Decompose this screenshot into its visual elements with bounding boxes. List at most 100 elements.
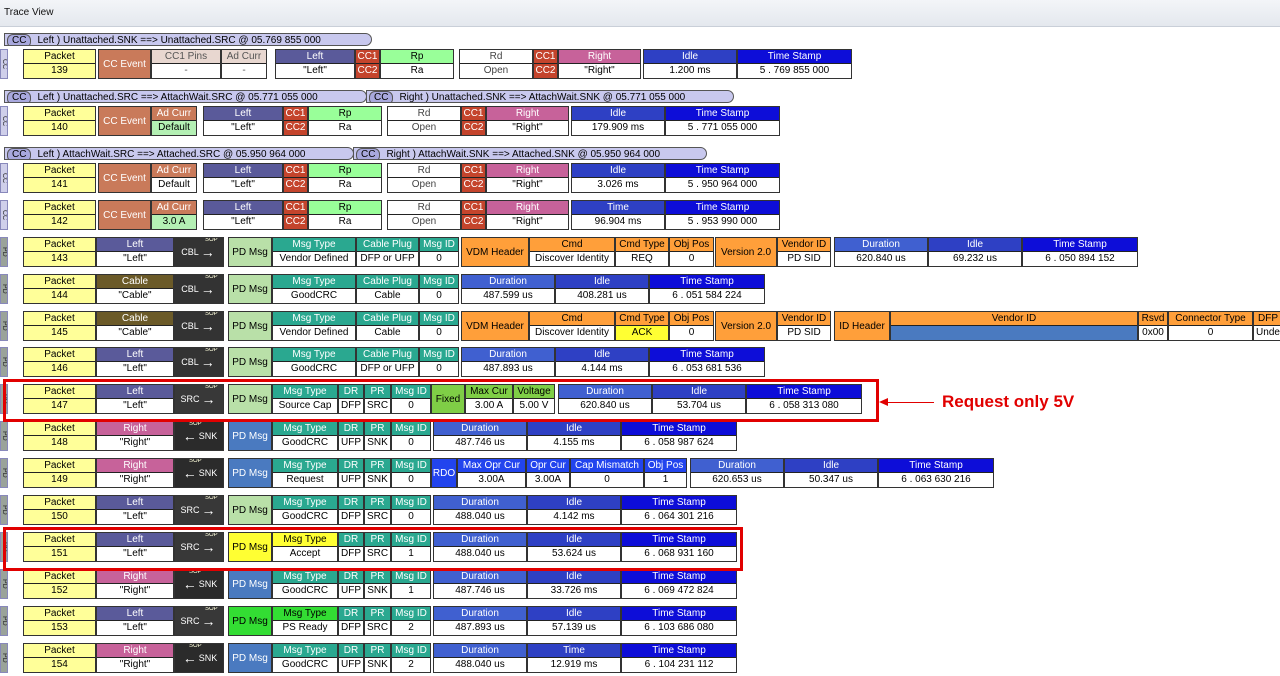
pd-msg-label[interactable]: PD Msg	[228, 311, 272, 341]
dr-cell[interactable]: DR UFP	[338, 421, 364, 451]
opr-cur-cell[interactable]: Opr Cur 3.00A	[526, 458, 570, 488]
time-stamp-cell[interactable]: Time Stamp 6 . 068 931 160	[621, 532, 737, 562]
cmd-cell[interactable]: Cmd Discover Identity	[529, 311, 615, 341]
rdo-label[interactable]: RDO	[431, 458, 457, 488]
trace-row-packet-149[interactable]: PD Packet 149 Right "Right" SOP ← SNK PD Msg Msg …	[0, 456, 1280, 488]
idle-time-cell[interactable]: Idle 4.142 ms	[527, 495, 621, 525]
cc-event-label[interactable]: CC Event	[98, 163, 151, 193]
idle-time-cell[interactable]: Idle 69.232 us	[928, 237, 1022, 267]
time-stamp-cell[interactable]: Time Stamp 6 . 058 313 080	[746, 384, 862, 414]
left-port-cell[interactable]: Left "Left"	[203, 163, 283, 193]
pd-msg-label[interactable]: PD Msg	[228, 458, 272, 488]
time-stamp-cell[interactable]: Time Stamp 5 . 769 855 000	[737, 49, 852, 79]
cc-pin-b-cell[interactable]: CC1 CC2	[533, 49, 558, 79]
duration-cell[interactable]: Duration 488.040 us	[433, 495, 527, 525]
left-port-cell[interactable]: Left "Left"	[203, 200, 283, 230]
fixed-label[interactable]: Fixed	[431, 384, 465, 414]
packet-cell[interactable]: Packet 151	[23, 532, 96, 562]
obj-pos-cell[interactable]: Obj Pos 0	[669, 311, 714, 341]
rdo-obj-pos-cell[interactable]: Obj Pos 1	[644, 458, 687, 488]
id-header-label[interactable]: ID Header	[834, 311, 890, 341]
trace-row-packet-153[interactable]: PD Packet 153 Left "Left" SOP SRC → PD Msg Msg Ty…	[0, 604, 1280, 636]
time-stamp-cell[interactable]: Time Stamp 6 . 069 472 824	[621, 569, 737, 599]
right-port-cell[interactable]: Right "Right"	[486, 163, 569, 193]
msg-id-cell[interactable]: Msg ID 1	[391, 569, 431, 599]
msg-id-cell[interactable]: Msg ID 0	[419, 274, 459, 304]
msg-id-cell[interactable]: Msg ID 0	[419, 311, 459, 341]
dr-cell[interactable]: DR UFP	[338, 643, 364, 673]
rsvd-cell[interactable]: Rsvd 0x00	[1138, 311, 1168, 341]
left-value-cell[interactable]: Rp Ra	[380, 49, 454, 79]
cc-event-label[interactable]: CC Event	[98, 49, 151, 79]
pr-cell[interactable]: PR SRC	[364, 495, 391, 525]
source-port-cell[interactable]: Right "Right"	[96, 569, 174, 599]
duration-cell[interactable]: Duration 487.746 us	[433, 421, 527, 451]
obj-pos-cell[interactable]: Obj Pos 0	[669, 237, 714, 267]
cmd-type-cell[interactable]: Cmd Type ACK	[615, 311, 669, 341]
cable-plug-cell[interactable]: Cable Plug Cable	[356, 311, 419, 341]
time-stamp-cell[interactable]: Time Stamp 5 . 950 964 000	[665, 163, 780, 193]
packet-cell[interactable]: Packet 146	[23, 347, 96, 377]
pd-msg-label[interactable]: PD Msg	[228, 237, 272, 267]
packet-cell[interactable]: Packet 148	[23, 421, 96, 451]
packet-cell[interactable]: Packet 149	[23, 458, 96, 488]
pr-cell[interactable]: PR SRC	[364, 384, 391, 414]
dr-cell[interactable]: DR UFP	[338, 458, 364, 488]
msg-id-cell[interactable]: Msg ID 2	[391, 643, 431, 673]
right-port-cell[interactable]: Right "Right"	[558, 49, 641, 79]
vdm-header-label[interactable]: VDM Header	[461, 311, 529, 341]
duration-cell[interactable]: Duration 487.893 us	[461, 347, 555, 377]
vendor-id-cell[interactable]: Vendor ID PD SID	[777, 237, 831, 267]
direction-indicator[interactable]: SOP CBL →	[174, 237, 224, 267]
dr-cell[interactable]: DR DFP	[338, 384, 364, 414]
dr-cell[interactable]: DR UFP	[338, 569, 364, 599]
right-port-cell[interactable]: Right "Right"	[486, 200, 569, 230]
msg-id-cell[interactable]: Msg ID 1	[391, 532, 431, 562]
source-port-cell[interactable]: Cable "Cable"	[96, 274, 174, 304]
msg-id-cell[interactable]: Msg ID 0	[419, 347, 459, 377]
pr-cell[interactable]: PR SRC	[364, 606, 391, 636]
cc-event-label[interactable]: CC Event	[98, 106, 151, 136]
trace-row-packet-145[interactable]: PD Packet 145 Cable "Cable" SOP CBL → PD Msg Msg …	[0, 309, 1280, 341]
idle-time-cell[interactable]: Idle 53.704 us	[652, 384, 746, 414]
msg-type-cell[interactable]: Msg Type Accept	[272, 532, 338, 562]
pd-msg-label[interactable]: PD Msg	[228, 569, 272, 599]
duration-cell[interactable]: Duration 620.653 us	[690, 458, 784, 488]
packet-cell[interactable]: Packet 150	[23, 495, 96, 525]
cable-plug-cell[interactable]: Cable Plug DFP or UFP	[356, 347, 419, 377]
packet-cell[interactable]: Packet 142	[23, 200, 96, 230]
direction-indicator[interactable]: SOP ← SNK	[174, 569, 224, 599]
pd-msg-label[interactable]: PD Msg	[228, 606, 272, 636]
trace-row-packet-154[interactable]: PD Packet 154 Right "Right" SOP ← SNK PD Msg Msg …	[0, 641, 1280, 673]
msg-id-cell[interactable]: Msg ID 0	[419, 237, 459, 267]
packet-cell[interactable]: Packet 143	[23, 237, 96, 267]
pr-cell[interactable]: PR SNK	[364, 458, 391, 488]
packet-cell[interactable]: Packet 140	[23, 106, 96, 136]
pd-msg-label[interactable]: PD Msg	[228, 384, 272, 414]
idle-time-cell[interactable]: Idle 179.909 ms	[571, 106, 665, 136]
cc-event-label[interactable]: CC Event	[98, 200, 151, 230]
time-stamp-cell[interactable]: Time Stamp 6 . 053 681 536	[649, 347, 765, 377]
pd-msg-label[interactable]: PD Msg	[228, 532, 272, 562]
packet-cell[interactable]: Packet 152	[23, 569, 96, 599]
right-value-cell[interactable]: Rd Open	[387, 106, 461, 136]
direction-indicator[interactable]: SOP SRC →	[174, 495, 224, 525]
packet-cell[interactable]: Packet 145	[23, 311, 96, 341]
idle-time-cell[interactable]: Time 96.904 ms	[571, 200, 665, 230]
cc1-pins-cell[interactable]: CC1 Pins -	[151, 49, 221, 79]
trace-row-packet-148[interactable]: PD Packet 148 Right "Right" SOP ← SNK PD Msg Msg …	[0, 419, 1280, 451]
trace-row-packet-146[interactable]: PD Packet 146 Left "Left" SOP CBL → PD Msg Msg Ty…	[0, 345, 1280, 377]
trace-row-packet-143[interactable]: PD Packet 143 Left "Left" SOP CBL → PD Msg Msg Ty…	[0, 235, 1280, 267]
left-value-cell[interactable]: Rp Ra	[308, 200, 382, 230]
cable-plug-cell[interactable]: Cable Plug Cable	[356, 274, 419, 304]
idle-time-cell[interactable]: Idle 1.200 ms	[643, 49, 737, 79]
time-stamp-cell[interactable]: Time Stamp 6 . 058 987 624	[621, 421, 737, 451]
vdm-header-label[interactable]: VDM Header	[461, 237, 529, 267]
max-opr-cur-cell[interactable]: Max Opr Cur 3.00A	[457, 458, 526, 488]
time-stamp-cell[interactable]: Time Stamp 6 . 103 686 080	[621, 606, 737, 636]
duration-cell[interactable]: Duration 488.040 us	[433, 643, 527, 673]
cap-mismatch-cell[interactable]: Cap Mismatch 0	[570, 458, 644, 488]
direction-indicator[interactable]: SOP CBL →	[174, 347, 224, 377]
cc-pin-a-cell[interactable]: CC1 CC2	[283, 200, 308, 230]
idle-time-cell[interactable]: Idle 50.347 us	[784, 458, 878, 488]
